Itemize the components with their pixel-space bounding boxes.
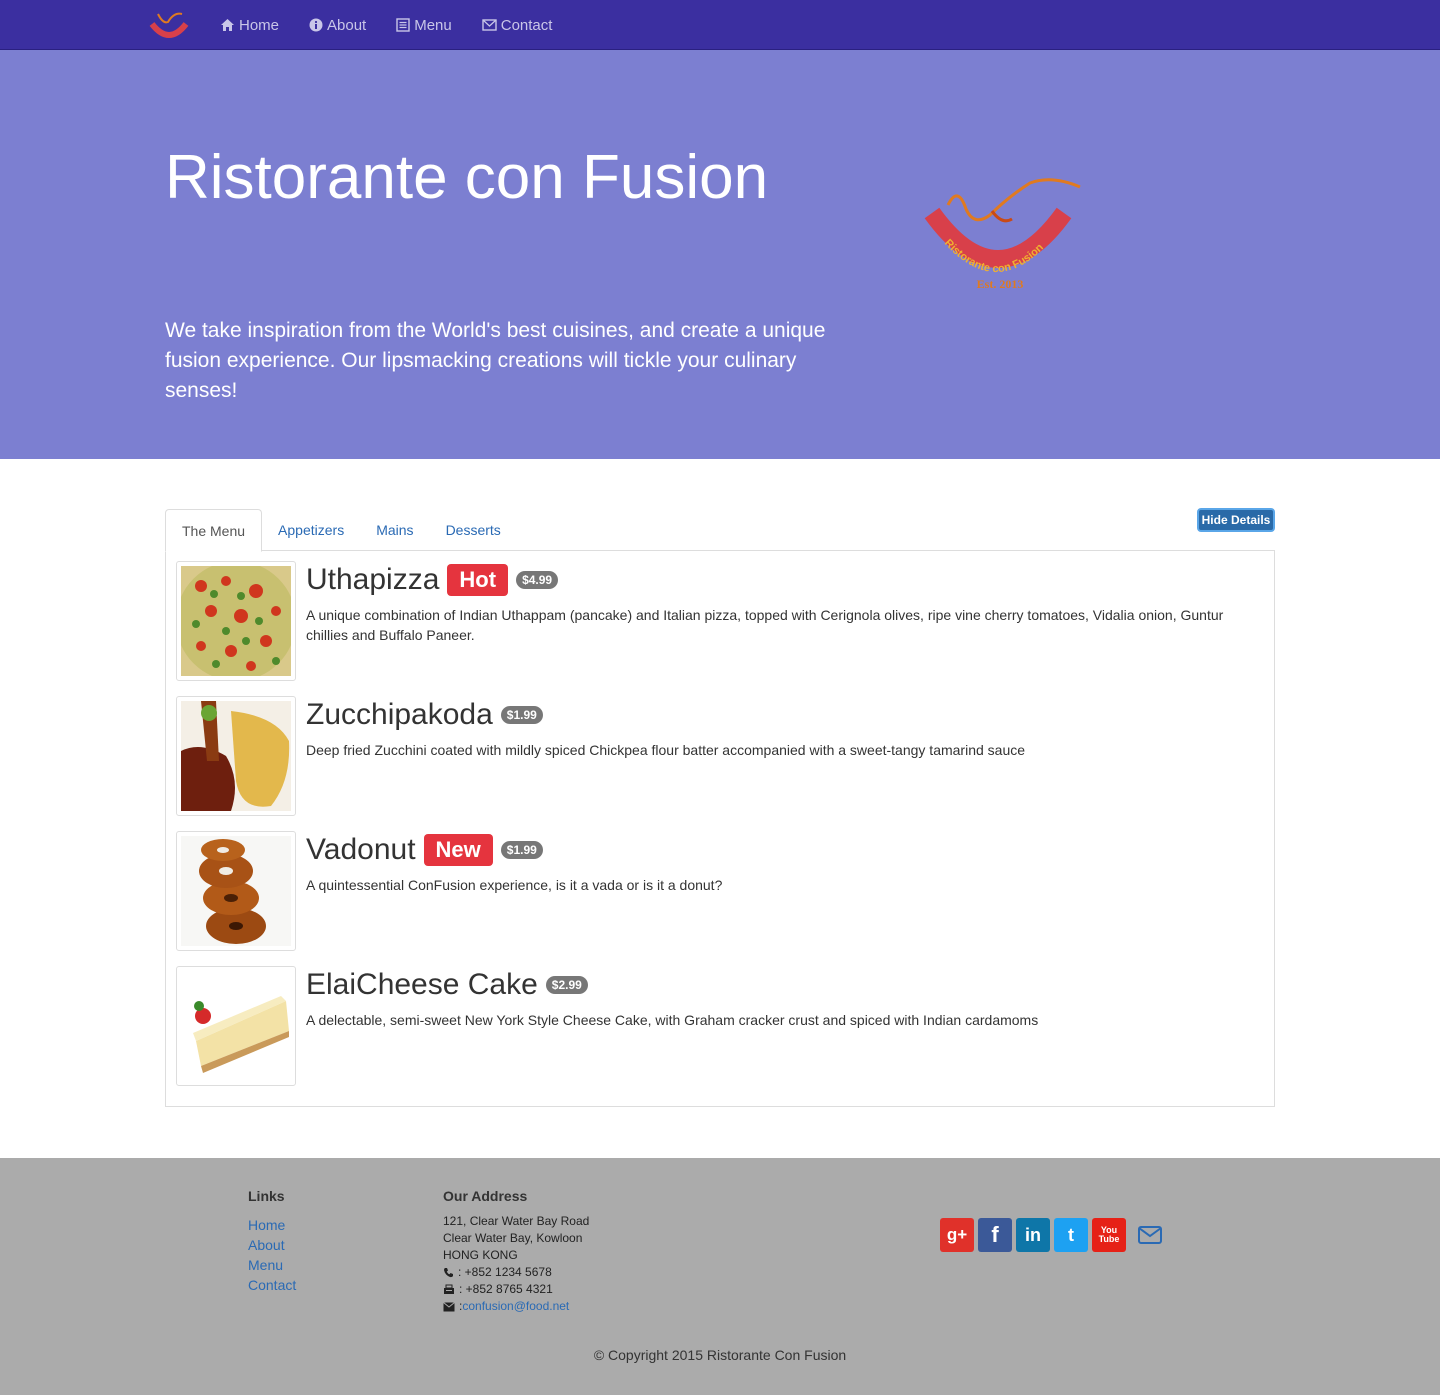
logo-est-text: Est. 2013 (977, 277, 1024, 291)
menu-tab-panel: Uthapizza Hot $4.99 A unique combination… (165, 550, 1275, 1107)
tab-mains[interactable]: Mains (360, 509, 429, 551)
youtube-icon[interactable]: You Tube (1092, 1218, 1126, 1252)
linkedin-icon[interactable]: in (1016, 1218, 1050, 1252)
address-line: 121, Clear Water Bay Road (443, 1214, 590, 1228)
footer: Links Home About Menu Contact Our Addres… (0, 1158, 1440, 1395)
cheesecake-image-icon (181, 971, 291, 1081)
footer-link-contact[interactable]: Contact (248, 1275, 296, 1295)
dish-price-badge: $4.99 (516, 571, 559, 589)
pizza-image-icon (181, 566, 291, 676)
nav-about-label: About (327, 16, 367, 34)
footer-links-heading: Links (248, 1188, 285, 1204)
footer-link-home[interactable]: Home (248, 1215, 296, 1235)
nav-menu-label: Menu (414, 16, 452, 34)
nav-about[interactable]: About (309, 17, 366, 34)
twitter-icon[interactable]: t (1054, 1218, 1088, 1252)
fax-row: : +852 8765 4321 (443, 1281, 589, 1298)
dish-thumbnail[interactable] (176, 831, 296, 951)
footer-address-heading: Our Address (443, 1188, 528, 1204)
pakoda-image-icon (181, 701, 291, 811)
hide-details-button[interactable]: Hide Details (1197, 508, 1275, 532)
list-icon (396, 18, 410, 32)
email-row: : confusion@food.net (443, 1298, 589, 1315)
dish-price-badge: $1.99 (500, 706, 543, 724)
dish-description: A unique combination of Indian Uthappam … (306, 607, 1224, 643)
dish-name: ElaiCheese Cake (306, 968, 538, 1001)
dish-body: ElaiCheese Cake $2.99 A delectable, semi… (306, 966, 1256, 1030)
nav-home-label: Home (239, 16, 280, 34)
envelope-icon (443, 1301, 455, 1311)
mail-icon[interactable] (1136, 1218, 1164, 1252)
tab-the-menu[interactable]: The Menu (165, 509, 263, 552)
dish-thumbnail[interactable] (176, 696, 296, 816)
nav-contact[interactable]: Contact (482, 16, 553, 34)
dish-name: Zucchipakoda (306, 698, 493, 731)
dish-name: Vadonut (306, 833, 416, 866)
copyright: © Copyright 2015 Ristorante Con Fusion (593, 1347, 847, 1363)
address-line: Clear Water Bay, Kowloon (443, 1231, 583, 1245)
envelope-icon (482, 19, 497, 31)
home-icon (221, 19, 234, 31)
dish-description: Deep fried Zucchini coated with mildly s… (306, 742, 1026, 758)
dish-description: A quintessential ConFusion experience, i… (306, 877, 723, 893)
facebook-icon[interactable]: f (978, 1218, 1012, 1252)
dish-name: Uthapizza (306, 563, 440, 596)
jumbotron-text: We take inspiration from the World's bes… (165, 319, 826, 402)
dish-label-hot: Hot (447, 564, 509, 596)
footer-link-menu[interactable]: Menu (248, 1255, 296, 1275)
dish-body: Zucchipakoda $1.99 Deep fried Zucchini c… (306, 696, 1256, 760)
dish-body: Vadonut New $1.99 A quintessential ConFu… (306, 831, 1256, 895)
footer-link-about[interactable]: About (248, 1235, 296, 1255)
dish-price-badge: $2.99 (545, 976, 588, 994)
phone-row: : +852 1234 5678 (443, 1264, 589, 1281)
dish-price-badge: $1.99 (500, 841, 543, 859)
restaurant-logo-icon[interactable] (148, 10, 190, 44)
tab-desserts[interactable]: Desserts (430, 509, 517, 551)
social-buttons: g+ f in t You Tube (940, 1218, 1164, 1252)
dish-elaicheese-cake[interactable]: ElaiCheese Cake $2.99 A delectable, semi… (176, 966, 1266, 1086)
restaurant-logo-large-icon: Ristorante con Fusion Est. 2013 (924, 178, 1081, 291)
jumbotron-title: Ristorante con Fusion (165, 143, 769, 212)
info-icon (309, 18, 323, 32)
phone-icon (444, 1268, 453, 1278)
google-plus-icon[interactable]: g+ (940, 1218, 974, 1252)
email-link[interactable]: confusion@food.net (462, 1298, 569, 1315)
navbar: Home About Menu Contact (0, 0, 1440, 50)
dish-body: Uthapizza Hot $4.99 A unique combination… (306, 561, 1256, 645)
nav-menu[interactable]: Menu (396, 17, 452, 34)
dish-thumbnail[interactable] (176, 966, 296, 1086)
dish-zucchipakoda[interactable]: Zucchipakoda $1.99 Deep fried Zucchini c… (176, 696, 1266, 816)
dish-uthapizza[interactable]: Uthapizza Hot $4.99 A unique combination… (176, 561, 1266, 681)
nav-home[interactable]: Home (220, 17, 279, 34)
menu-tabs: The Menu Appetizers Mains Desserts (165, 509, 517, 552)
phone-number: : +852 1234 5678 (458, 1265, 552, 1279)
dish-description: A delectable, semi-sweet New York Style … (306, 1012, 1039, 1028)
jumbotron: Ristorante con Fusion We take inspiratio… (0, 50, 1440, 459)
vadonut-image-icon (181, 836, 291, 946)
nav-contact-label: Contact (500, 16, 553, 34)
footer-links: Home About Menu Contact (248, 1215, 296, 1295)
nav-links: Home About Menu Contact (220, 0, 582, 50)
dish-vadonut[interactable]: Vadonut New $1.99 A quintessential ConFu… (176, 831, 1266, 951)
footer-address: 121, Clear Water Bay Road Clear Water Ba… (443, 1213, 589, 1315)
fax-icon (444, 1284, 454, 1294)
dish-label-new: New (423, 834, 493, 866)
fax-number: : +852 8765 4321 (459, 1282, 553, 1296)
address-line: HONG KONG (443, 1248, 518, 1262)
tab-appetizers[interactable]: Appetizers (262, 509, 360, 551)
dish-thumbnail[interactable] (176, 561, 296, 681)
